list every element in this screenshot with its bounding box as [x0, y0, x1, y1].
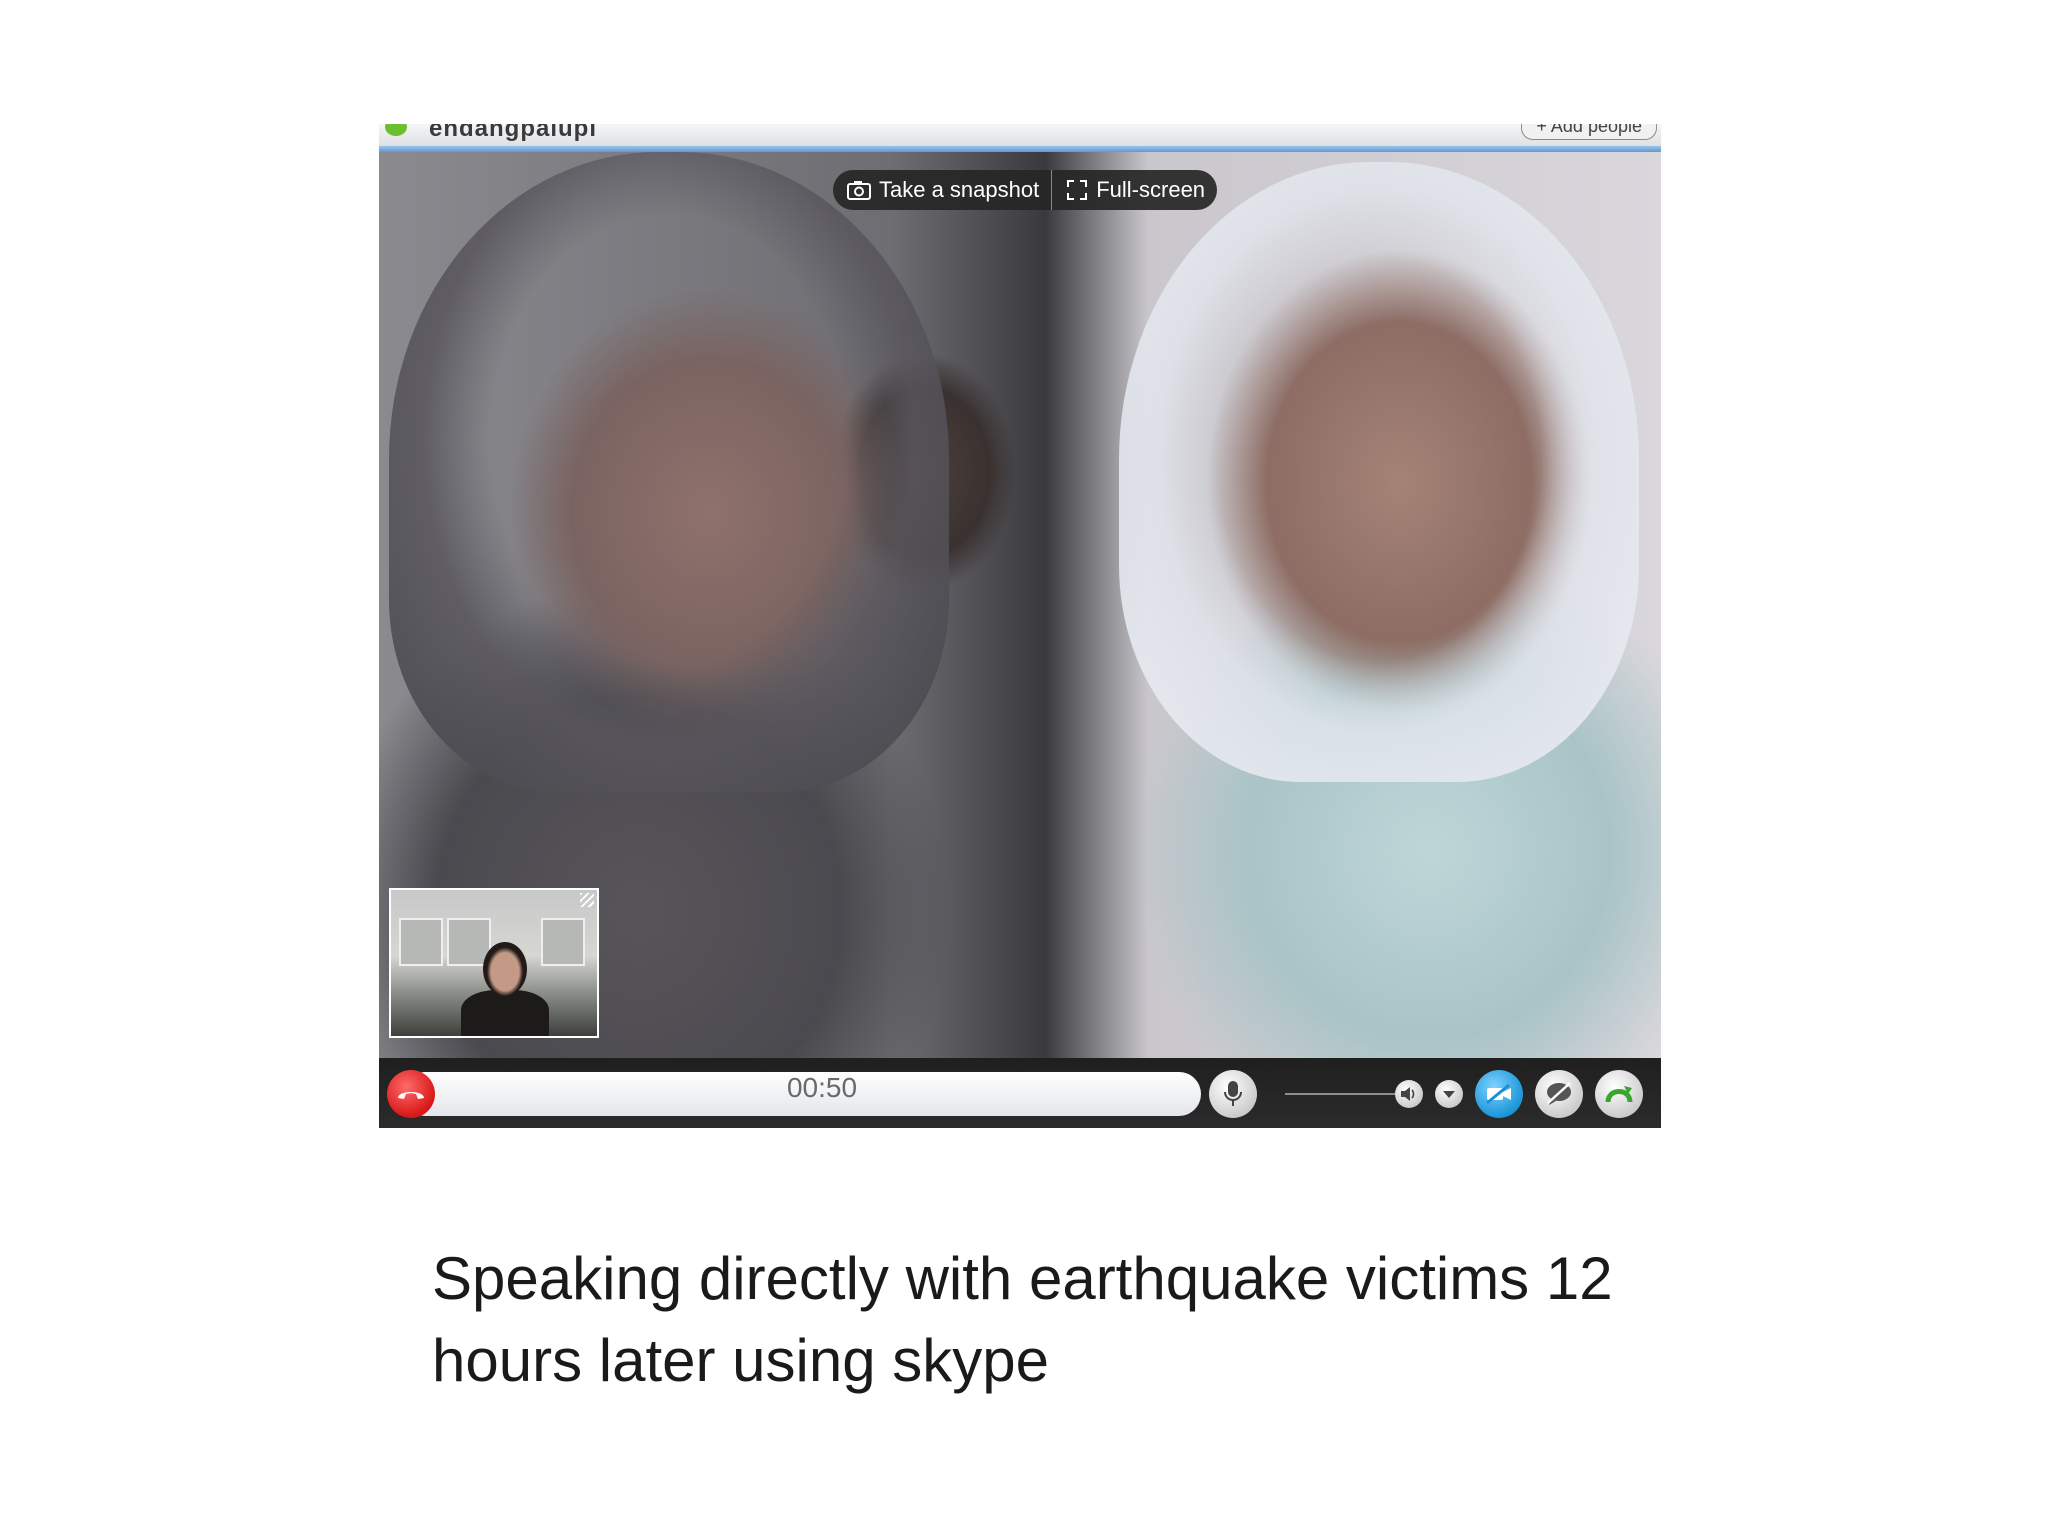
add-people-button[interactable]: + Add people	[1521, 124, 1657, 140]
take-snapshot-label: Take a snapshot	[879, 177, 1040, 202]
video-toggle-button[interactable]	[1475, 1070, 1523, 1118]
fullscreen-icon	[1067, 180, 1088, 200]
self-person-body	[461, 990, 549, 1036]
call-options-button[interactable]	[1595, 1070, 1643, 1118]
mute-microphone-button[interactable]	[1209, 1070, 1257, 1118]
remote-participant-right	[1119, 162, 1639, 782]
video-overlay-toolbar: Take a snapshot Full-screen	[833, 170, 1218, 210]
chevron-down-icon	[1443, 1091, 1455, 1098]
chat-bubble-icon	[1547, 1082, 1571, 1105]
self-video-preview[interactable]	[389, 888, 599, 1038]
background-window	[399, 918, 443, 966]
full-screen-button[interactable]: Full-screen	[1051, 170, 1217, 210]
hang-up-icon	[398, 1092, 424, 1099]
caption-line-1: Speaking directly with earthquake victim…	[432, 1245, 1613, 1312]
audio-options-dropdown[interactable]	[1435, 1080, 1463, 1108]
full-screen-label: Full-screen	[1096, 177, 1206, 202]
volume-slider[interactable]	[1285, 1093, 1395, 1095]
speaker-volume-button[interactable]	[1395, 1080, 1423, 1108]
background-window	[541, 918, 585, 966]
remote-participant-left	[389, 152, 949, 792]
window-titlebar: endangpalupi + Add people	[379, 124, 1661, 152]
speaker-icon	[1401, 1087, 1415, 1101]
remote-video-feed: Take a snapshot Full-screen	[379, 152, 1661, 1058]
resize-handle-icon[interactable]	[580, 893, 594, 907]
microphone-icon	[1224, 1081, 1242, 1106]
slide-caption: Speaking directly with earthquake victim…	[432, 1238, 1732, 1402]
contact-name: endangpalupi	[429, 124, 597, 142]
call-timer-field: 00:50	[403, 1072, 1201, 1116]
caption-line-2: hours later using skype	[432, 1327, 1049, 1394]
self-person-head	[483, 942, 527, 996]
end-call-button[interactable]	[387, 1070, 435, 1118]
camera-icon	[847, 181, 871, 200]
phone-handset-icon	[1605, 1086, 1633, 1103]
call-duration: 00:50	[786, 1072, 858, 1103]
chat-button[interactable]	[1535, 1070, 1583, 1118]
online-status-icon	[385, 124, 407, 136]
call-control-bar: 00:50	[379, 1058, 1661, 1128]
take-snapshot-button[interactable]: Take a snapshot	[833, 170, 1051, 210]
skype-call-window: endangpalupi + Add people Take a snapsho…	[379, 124, 1661, 1128]
video-camera-icon	[1486, 1083, 1511, 1105]
